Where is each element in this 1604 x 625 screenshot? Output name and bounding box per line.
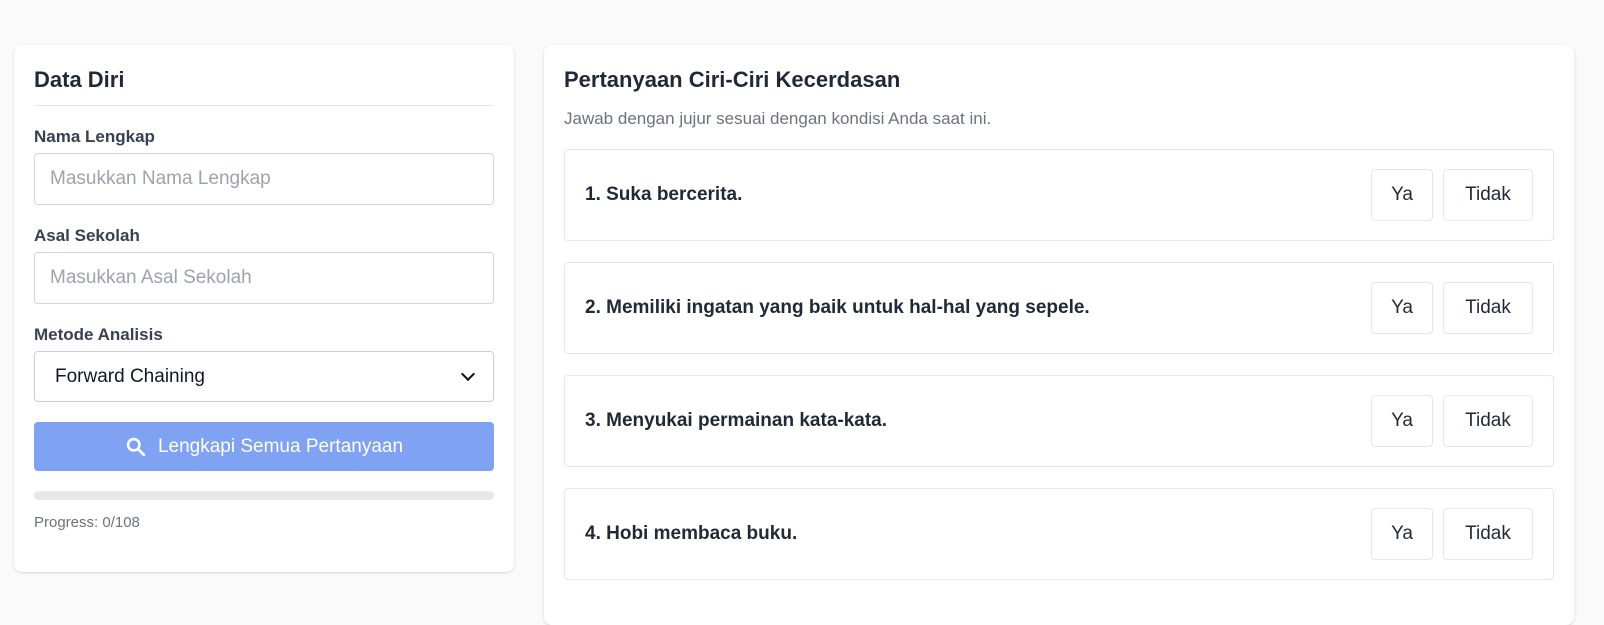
personal-data-panel: Data Diri Nama Lengkap Asal Sekolah Meto… [14, 45, 514, 572]
question-text: 1. Suka bercerita. [585, 184, 743, 205]
answer-group: Ya Tidak [1371, 282, 1533, 334]
analyze-button[interactable]: Lengkapi Semua Pertanyaan [34, 422, 494, 471]
answer-yes-button[interactable]: Ya [1371, 282, 1433, 334]
answer-group: Ya Tidak [1371, 169, 1533, 221]
question-item: 4. Hobi membaca buku. Ya Tidak [564, 488, 1554, 580]
panel-title: Data Diri [34, 69, 494, 106]
analyze-button-label: Lengkapi Semua Pertanyaan [157, 435, 404, 457]
question-text: 4. Hobi membaca buku. [585, 523, 798, 544]
progress-bar [34, 491, 494, 500]
question-item: 2. Memiliki ingatan yang baik untuk hal-… [564, 262, 1554, 354]
name-label: Nama Lengkap [34, 127, 155, 146]
name-input[interactable] [34, 153, 494, 205]
school-input[interactable] [34, 252, 494, 304]
school-label: Asal Sekolah [34, 226, 140, 245]
method-label: Metode Analisis [34, 325, 163, 344]
answer-yes-button[interactable]: Ya [1371, 169, 1433, 221]
method-select[interactable]: Forward Chaining [34, 351, 494, 402]
questions-subtitle: Jawab dengan jujur sesuai dengan kondisi… [564, 109, 992, 128]
question-item: 1. Suka bercerita. Ya Tidak [564, 149, 1554, 241]
answer-no-button[interactable]: Tidak [1443, 169, 1533, 221]
answer-group: Ya Tidak [1371, 395, 1533, 447]
question-text: 2. Memiliki ingatan yang baik untuk hal-… [585, 297, 1090, 318]
questions-panel: Pertanyaan Ciri-Ciri Kecerdasan Jawab de… [544, 45, 1574, 625]
method-selected-value: Forward Chaining [55, 365, 205, 387]
answer-no-button[interactable]: Tidak [1443, 282, 1533, 334]
questions-title: Pertanyaan Ciri-Ciri Kecerdasan [564, 67, 901, 92]
progress-text: Progress: 0/108 [34, 514, 140, 531]
question-item: 3. Menyukai permainan kata-kata. Ya Tida… [564, 375, 1554, 467]
answer-yes-button[interactable]: Ya [1371, 508, 1433, 560]
answer-no-button[interactable]: Tidak [1443, 508, 1533, 560]
answer-yes-button[interactable]: Ya [1371, 395, 1433, 447]
search-icon [126, 437, 146, 457]
question-text: 3. Menyukai permainan kata-kata. [585, 410, 888, 431]
answer-group: Ya Tidak [1371, 508, 1533, 560]
answer-no-button[interactable]: Tidak [1443, 395, 1533, 447]
chevron-down-icon [460, 366, 476, 382]
